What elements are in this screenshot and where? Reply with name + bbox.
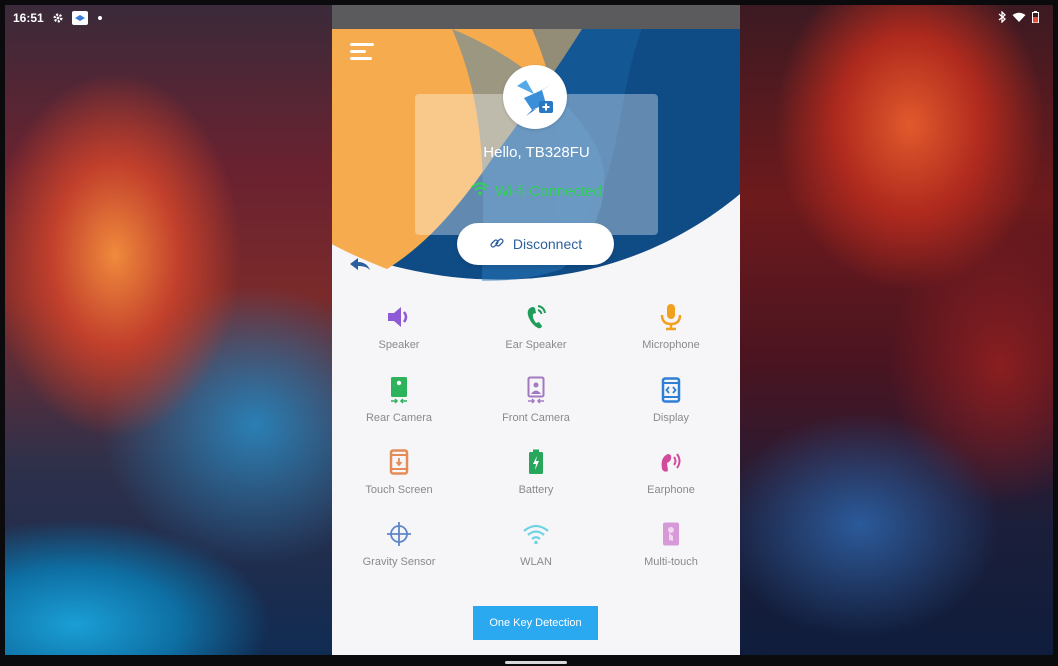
test-multi-touch[interactable]: Multi-touch xyxy=(611,520,731,580)
test-label: Rear Camera xyxy=(365,412,433,424)
test-label: Earphone xyxy=(647,484,695,496)
battery-icon xyxy=(1032,11,1039,26)
multi-touch-icon xyxy=(657,520,685,548)
battery-test-icon xyxy=(522,448,550,476)
wlan-icon xyxy=(522,520,550,548)
gear-icon xyxy=(52,12,64,24)
touch-screen-icon xyxy=(385,448,413,476)
rear-camera-icon xyxy=(385,376,413,404)
test-earphone[interactable]: Earphone xyxy=(611,448,731,508)
bluetooth-icon xyxy=(998,10,1006,26)
test-label: Touch Screen xyxy=(365,484,433,496)
app-notification-icon xyxy=(71,11,88,25)
app-window: Hello, TB328FU Wi-fi Connected Disconnec… xyxy=(332,5,740,655)
wifi-connected-icon xyxy=(471,182,489,200)
earphone-icon xyxy=(657,448,685,476)
home-gesture-handle[interactable] xyxy=(505,661,567,664)
ear-speaker-icon xyxy=(522,303,550,331)
test-label: Display xyxy=(652,412,690,424)
dot-icon xyxy=(97,16,102,20)
disconnect-button[interactable]: Disconnect xyxy=(457,223,614,265)
test-touch-screen[interactable]: Touch Screen xyxy=(339,448,459,508)
wallpaper-left xyxy=(5,5,332,655)
link-icon xyxy=(489,235,505,254)
back-arrow-icon[interactable] xyxy=(348,255,372,275)
test-label: Front Camera xyxy=(502,412,570,424)
front-camera-icon xyxy=(522,376,550,404)
test-display[interactable]: Display xyxy=(611,376,731,436)
app-top-bar xyxy=(332,5,740,29)
test-front-camera[interactable]: Front Camera xyxy=(476,376,596,436)
test-battery[interactable]: Battery xyxy=(476,448,596,508)
status-time: 16:51 xyxy=(13,11,44,25)
test-label: Gravity Sensor xyxy=(362,556,436,568)
disconnect-label: Disconnect xyxy=(512,236,583,252)
test-label: Ear Speaker xyxy=(505,339,567,351)
speaker-icon xyxy=(385,303,413,331)
test-label: Battery xyxy=(518,484,554,496)
test-label: Multi-touch xyxy=(644,556,698,568)
wifi-status: Wi-fi Connected xyxy=(415,182,658,200)
app-logo xyxy=(503,65,567,129)
gravity-sensor-icon xyxy=(385,520,413,548)
status-right xyxy=(998,10,1039,26)
test-gravity-sensor[interactable]: Gravity Sensor xyxy=(339,520,459,580)
wallpaper-right xyxy=(740,5,1053,655)
test-microphone[interactable]: Microphone xyxy=(611,303,731,363)
menu-button[interactable] xyxy=(350,43,374,63)
test-rear-camera[interactable]: Rear Camera xyxy=(339,376,459,436)
greeting-text: Hello, TB328FU xyxy=(483,144,590,161)
test-label: Microphone xyxy=(642,339,700,351)
test-label: Speaker xyxy=(378,339,420,351)
test-speaker[interactable]: Speaker xyxy=(339,303,459,363)
test-ear-speaker[interactable]: Ear Speaker xyxy=(476,303,596,363)
test-wlan[interactable]: WLAN xyxy=(476,520,596,580)
display-icon xyxy=(657,376,685,404)
microphone-icon xyxy=(657,303,685,331)
wifi-icon xyxy=(1012,12,1026,26)
test-label: WLAN xyxy=(520,556,552,568)
one-key-detection-button[interactable]: One Key Detection xyxy=(473,606,598,640)
wifi-status-label: Wi-fi Connected xyxy=(495,182,602,200)
